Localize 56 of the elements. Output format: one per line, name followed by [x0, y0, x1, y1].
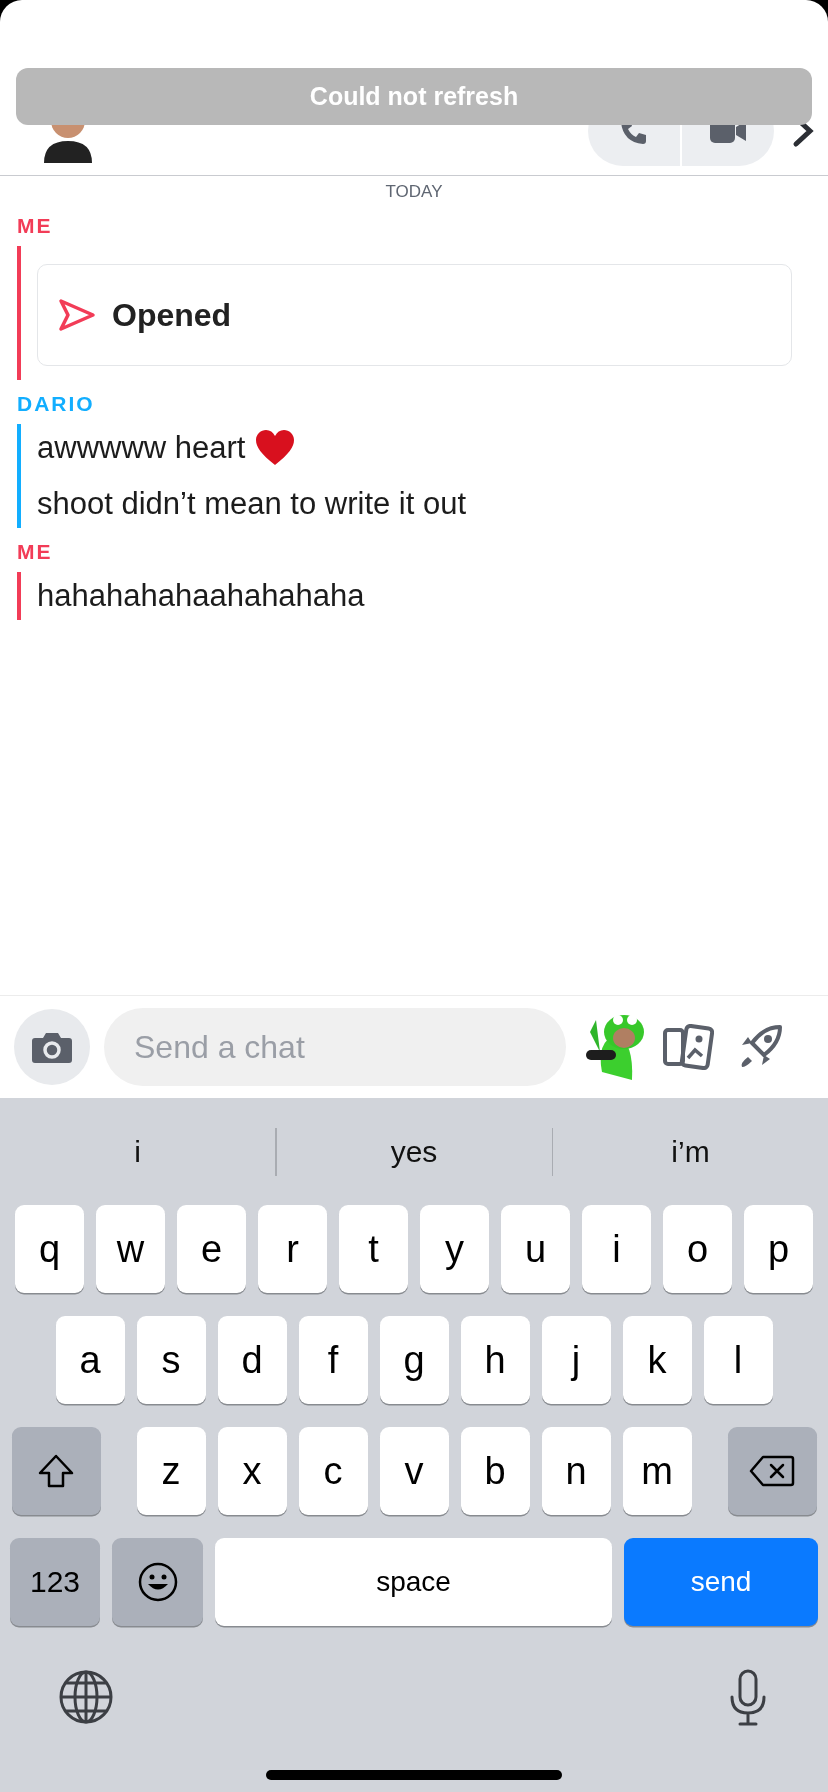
refresh-error-toast: Could not refresh — [16, 68, 812, 125]
message-text: awwwww heart — [37, 429, 246, 467]
space-key[interactable]: space — [215, 1538, 612, 1626]
message-text: hahahahahaahahahaha — [37, 577, 365, 615]
sender-label: ME — [17, 540, 54, 564]
keyboard-key[interactable]: g — [379, 1316, 449, 1404]
backspace-icon — [749, 1455, 795, 1487]
keyboard-key[interactable]: k — [622, 1316, 692, 1404]
send-key[interactable]: send — [624, 1538, 818, 1626]
cards-icon[interactable] — [662, 1024, 714, 1070]
delete-key[interactable] — [727, 1427, 817, 1515]
snap-status: Opened — [112, 296, 232, 334]
globe-icon[interactable] — [58, 1669, 114, 1725]
keyboard-key[interactable]: s — [136, 1316, 206, 1404]
keyboard-key[interactable]: l — [703, 1316, 773, 1404]
emoji-key[interactable] — [112, 1538, 203, 1626]
keyboard-key[interactable]: f — [298, 1316, 368, 1404]
shift-icon — [37, 1453, 75, 1489]
keyboard-key[interactable]: u — [501, 1205, 570, 1293]
suggestion[interactable]: i — [0, 1127, 275, 1176]
text-input[interactable]: Send a chat — [132, 1028, 554, 1066]
keyboard-key[interactable]: v — [379, 1427, 449, 1515]
camera-icon — [31, 1030, 73, 1064]
keyboard-key[interactable]: e — [177, 1205, 246, 1293]
suggestion[interactable]: i’m — [553, 1127, 828, 1176]
keyboard-key[interactable]: d — [217, 1316, 287, 1404]
keyboard-key[interactable]: c — [298, 1427, 368, 1515]
keyboard-key[interactable]: t — [339, 1205, 408, 1293]
keyboard-key[interactable]: p — [744, 1205, 813, 1293]
smiley-icon — [136, 1561, 179, 1603]
keyboard-key[interactable]: a — [55, 1316, 125, 1404]
keyboard-key[interactable]: z — [136, 1427, 206, 1515]
date-divider: TODAY — [385, 182, 443, 202]
keyboard-key[interactable]: r — [258, 1205, 327, 1293]
keyboard-key[interactable]: b — [460, 1427, 530, 1515]
keyboard-key[interactable]: h — [460, 1316, 530, 1404]
sender-label: ME — [17, 214, 54, 238]
keyboard-key[interactable]: j — [541, 1316, 611, 1404]
chat-input-field[interactable]: Send a chat — [104, 1008, 566, 1086]
keyboard-key[interactable]: o — [663, 1205, 732, 1293]
keyboard-key[interactable]: m — [622, 1427, 692, 1515]
suggestion[interactable]: yes — [276, 1127, 552, 1176]
microphone-icon[interactable] — [728, 1669, 768, 1727]
snap-card[interactable]: Opened — [37, 264, 792, 366]
message-text: shoot didn’t mean to write it out — [37, 485, 467, 523]
keyboard-key[interactable]: x — [217, 1427, 287, 1515]
sender-label: DARIO — [17, 392, 96, 416]
keyboard-key[interactable]: w — [96, 1205, 165, 1293]
numbers-key[interactable]: 123 — [10, 1538, 100, 1626]
shift-key[interactable] — [11, 1427, 101, 1515]
heart-icon — [255, 430, 296, 466]
send-arrow-icon — [58, 298, 96, 332]
keyboard-key[interactable]: i — [582, 1205, 651, 1293]
keyboard-key[interactable]: q — [15, 1205, 84, 1293]
keyboard-key[interactable]: n — [541, 1427, 611, 1515]
keyboard-key[interactable]: y — [420, 1205, 489, 1293]
